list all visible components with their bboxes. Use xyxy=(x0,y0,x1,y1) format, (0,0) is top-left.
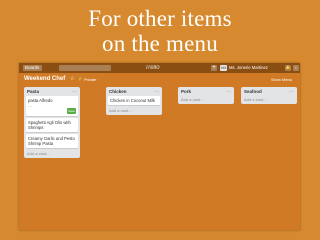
list-header: Chicken … xyxy=(108,88,160,96)
user-name[interactable]: Ms. Jonerie Martinez xyxy=(229,63,268,73)
trello-board-screenshot: Boards Trello + MM Ms. Jonerie Martinez … xyxy=(19,63,300,230)
list-header: Seafood … xyxy=(243,88,295,96)
show-menu-link[interactable]: Show Menu xyxy=(271,77,292,82)
slide-title: For other items on the menu xyxy=(0,6,320,56)
lock-icon: 🔒 xyxy=(78,77,83,81)
search-input[interactable] xyxy=(59,65,111,71)
list-pasta: Pasta … pasta Alfredo … Save Spaghetti A… xyxy=(24,87,80,158)
boards-label: Boards xyxy=(25,65,40,70)
slide-title-line-2: on the menu xyxy=(102,31,218,56)
list-menu-icon[interactable]: … xyxy=(226,88,231,94)
list-name[interactable]: Pasta xyxy=(27,89,39,94)
boards-button[interactable]: Boards xyxy=(23,65,43,71)
list-name[interactable]: Chicken xyxy=(109,89,127,94)
bell-icon[interactable]: 🔔 xyxy=(285,65,291,71)
add-card-link[interactable]: Add a card... xyxy=(26,150,78,156)
trello-logo[interactable]: Trello xyxy=(145,63,160,73)
list-header: Pasta … xyxy=(26,88,78,96)
list-item[interactable]: Spaghetti Agli Olio with Shrimps xyxy=(26,118,78,132)
list-pork: Pork … Add a card... xyxy=(178,87,234,104)
list-item[interactable]: Creamy Garlic and Pesto Shrimp Pasta xyxy=(26,134,78,148)
add-card-link[interactable]: Add a card... xyxy=(243,96,295,102)
list-header: Pork … xyxy=(180,88,232,96)
add-button[interactable]: + xyxy=(211,65,217,71)
list-chicken: Chicken … Chicken in Coconut Milk Add a … xyxy=(106,87,162,115)
board-title[interactable]: Weekend Chef xyxy=(24,76,65,82)
list-seafood: Seafood … Add a card... xyxy=(241,87,297,104)
slide-title-line-1: For other items xyxy=(88,6,232,31)
add-card-link[interactable]: Add a card... xyxy=(108,107,160,113)
star-icon[interactable]: ☆ xyxy=(70,76,74,82)
avatar[interactable]: MM xyxy=(220,65,227,71)
list-menu-icon[interactable]: … xyxy=(154,88,159,94)
list-name[interactable]: Pork xyxy=(181,89,191,94)
list-item[interactable]: Chicken in Coconut Milk xyxy=(108,96,160,105)
list-menu-icon[interactable]: … xyxy=(72,88,77,94)
list-name[interactable]: Seafood xyxy=(244,89,262,94)
info-icon[interactable]: i xyxy=(293,65,299,71)
new-card-editor[interactable]: pasta Alfredo … Save xyxy=(26,96,78,116)
board-header: Weekend Chef ☆ 🔒 Private Show Menu xyxy=(19,73,300,86)
add-card-link[interactable]: Add a card... xyxy=(180,96,232,102)
save-button[interactable]: Save xyxy=(67,108,76,114)
top-bar: Boards Trello + MM Ms. Jonerie Martinez … xyxy=(19,63,300,73)
privacy-label[interactable]: Private xyxy=(84,77,96,82)
list-menu-icon[interactable]: … xyxy=(289,88,294,94)
